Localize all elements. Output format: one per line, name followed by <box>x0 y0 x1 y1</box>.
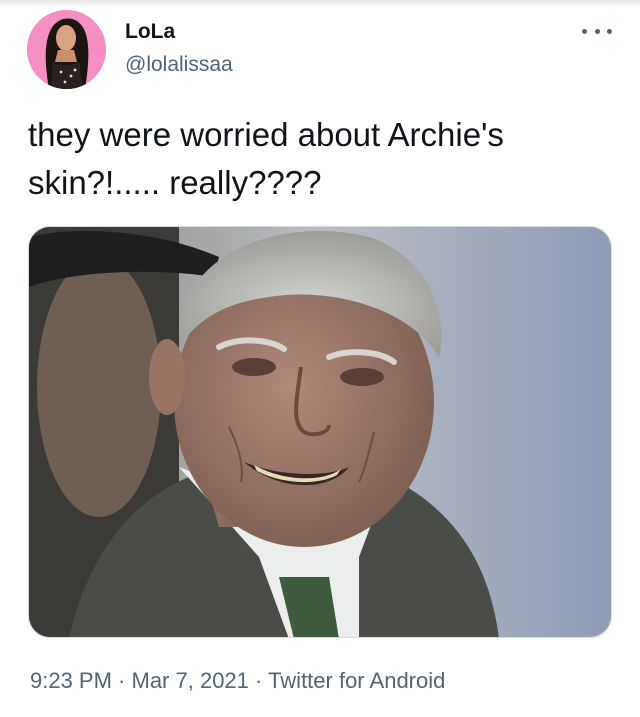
tweet-time[interactable]: 9:23 PM <box>30 668 112 693</box>
more-dot <box>582 28 587 34</box>
display-name[interactable]: LoLa <box>125 20 175 44</box>
more-horizontal-icon[interactable] <box>582 22 612 40</box>
meta-separator: · <box>111 668 132 693</box>
avatar-image <box>27 10 106 89</box>
user-handle[interactable]: @lolalissaa <box>125 53 233 77</box>
tweet-date[interactable]: Mar 7, 2021 <box>132 668 249 693</box>
top-divider <box>0 0 640 8</box>
meta-separator: · <box>248 668 269 693</box>
more-dot <box>607 28 612 34</box>
tweet-photo[interactable] <box>28 226 612 638</box>
avatar[interactable] <box>27 10 106 89</box>
photo-image <box>29 227 611 637</box>
tweet-meta: 9:23 PM · Mar 7, 2021 · Twitter for Andr… <box>30 668 445 694</box>
tweet-client[interactable]: Twitter for Android <box>268 668 445 693</box>
more-dot <box>594 28 600 34</box>
tweet-text: they were worried about Archie's skin?!.… <box>28 116 514 201</box>
